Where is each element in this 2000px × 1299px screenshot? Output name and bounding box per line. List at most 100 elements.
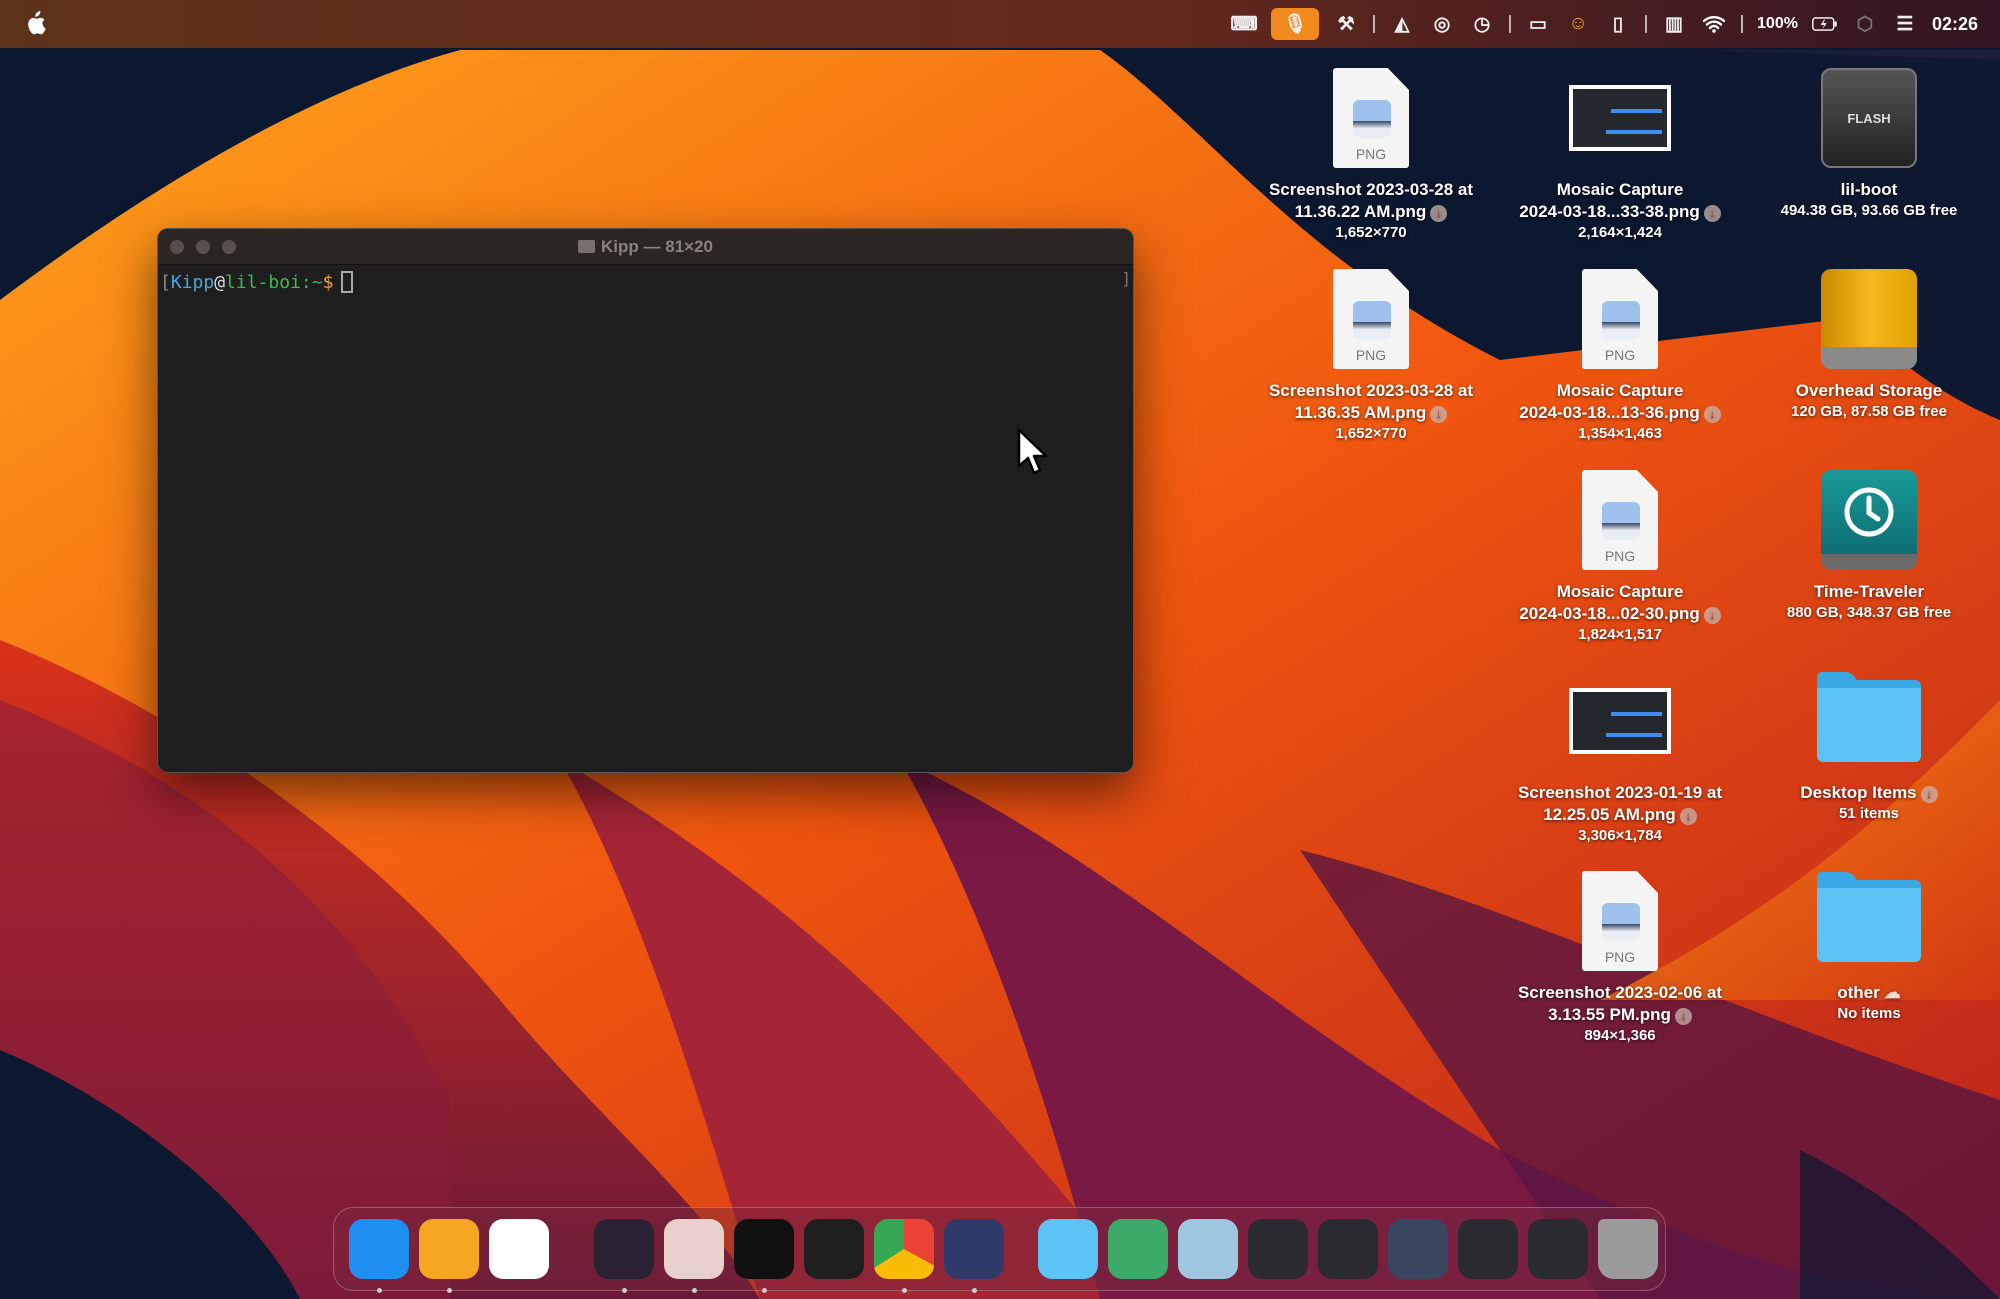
png-file-icon: PNG: [1582, 470, 1658, 570]
dock-chrome-icon[interactable]: [874, 1219, 934, 1293]
dock-applications-folder-icon[interactable]: [1038, 1219, 1098, 1279]
running-indicator: [447, 1288, 452, 1293]
dock-window-obsidian-icon[interactable]: [1388, 1219, 1448, 1279]
download-icon: ↓: [1703, 406, 1721, 423]
prompt-bracket: [: [160, 272, 171, 293]
dock-screenshots-folder-icon[interactable]: [1178, 1219, 1238, 1279]
item-info: 51 items: [1838, 805, 1900, 822]
terminal-title-bar[interactable]: Kipp — 81×20: [158, 229, 1133, 265]
dock-craft-app-icon[interactable]: [664, 1219, 724, 1293]
dock-window-finder-icon[interactable]: [1458, 1219, 1518, 1279]
png-file-icon: PNG: [1582, 269, 1658, 369]
hammer-icon[interactable]: ⚒: [1333, 11, 1359, 37]
png-label: PNG: [1355, 347, 1387, 363]
download-icon: ↓: [1430, 406, 1448, 423]
desktop-item[interactable]: PNG Mosaic Capture 2024-03-18...02-30.png ↓…: [1500, 467, 1740, 645]
terminal-title: Kipp — 81×20: [601, 237, 713, 256]
item-name: Mosaic Capture: [1556, 381, 1684, 400]
desktop-item[interactable]: Time-Traveler 880 GB, 348.37 GB free: [1749, 467, 1989, 623]
desktop-item[interactable]: PNG Screenshot 2023-03-28 at 11.36.35 AM.p…: [1251, 266, 1491, 444]
item-name-2: 12.25.05 AM.png: [1543, 805, 1676, 824]
steering-wheel-icon[interactable]: ◎: [1429, 11, 1455, 37]
running-indicator: [622, 1288, 627, 1293]
download-icon: ↓: [1920, 786, 1938, 803]
item-name: Screenshot 2023-02-06 at: [1517, 983, 1723, 1002]
prompt-path: :~: [300, 272, 323, 293]
folder-icon: [1817, 672, 1921, 762]
png-file-icon: PNG: [1333, 68, 1409, 168]
apple-menu-icon[interactable]: [24, 10, 46, 36]
desktop-item[interactable]: Desktop Items ↓ 51 items: [1749, 668, 1989, 824]
desktop-item[interactable]: Mosaic Capture 2024-03-18...33-38.png ↓ 2,1…: [1500, 65, 1740, 243]
dock-obsidian-icon[interactable]: [594, 1219, 654, 1293]
item-name-2: 2024-03-18...02-30.png: [1519, 604, 1700, 623]
face-icon[interactable]: ☺: [1565, 11, 1591, 37]
running-indicator: [762, 1288, 767, 1293]
dock-trash-icon[interactable]: [1598, 1219, 1658, 1279]
dock-window-chrome-icon[interactable]: [1248, 1219, 1308, 1279]
prompt-user: Kipp: [170, 272, 215, 293]
png-label: PNG: [1604, 347, 1636, 363]
drive-icon[interactable]: ◭: [1389, 11, 1415, 37]
dock-window-shortcuts-icon[interactable]: [1318, 1219, 1378, 1279]
bed-icon[interactable]: ▭: [1525, 11, 1551, 37]
dock-finder-icon[interactable]: [349, 1219, 409, 1293]
dock-downloads-folder-icon[interactable]: [1108, 1219, 1168, 1279]
dock-notes-app-icon[interactable]: [419, 1219, 479, 1293]
desktop-item[interactable]: other ☁ No items: [1749, 868, 1989, 1024]
microphone-icon[interactable]: 🎙: [1271, 8, 1320, 40]
dock-window-shortcuts-2-icon[interactable]: [1528, 1219, 1588, 1279]
running-indicator: [377, 1288, 382, 1293]
item-name: Desktop Items: [1800, 783, 1917, 802]
item-name: Screenshot 2023-01-19 at: [1517, 783, 1723, 802]
dock: [333, 1207, 1666, 1293]
dock-shortcuts-icon[interactable]: [944, 1219, 1004, 1293]
phone-icon[interactable]: ▯: [1605, 11, 1631, 37]
item-name: Screenshot 2023-03-28 at: [1268, 381, 1474, 400]
menu-bar: ⌨ 🎙 ⚒ ◭ ◎ ◷ ▭ ☺ ▯ ▥ 100% ⬡ ☰ 02:26: [0, 0, 2000, 48]
item-info: 1,354×1,463: [1578, 425, 1662, 442]
keyboard-icon[interactable]: ⌨: [1230, 11, 1257, 37]
item-info: 1,824×1,517: [1578, 626, 1662, 643]
prompt-at: @: [214, 272, 226, 293]
item-name-2: 11.36.22 AM.png: [1294, 202, 1427, 221]
desktop-item[interactable]: Overhead Storage 120 GB, 87.58 GB free: [1749, 266, 1989, 422]
item-name: lil-boot: [1840, 180, 1898, 199]
battery-icon[interactable]: [1812, 11, 1838, 37]
menu-separator: [1645, 15, 1648, 33]
item-name: Screenshot 2023-03-28 at: [1268, 180, 1474, 199]
dock-terminal-icon[interactable]: [734, 1219, 794, 1293]
control-center-icon[interactable]: ☰: [1892, 11, 1918, 37]
wifi-icon[interactable]: [1701, 11, 1727, 37]
item-info: No items: [1837, 1005, 1901, 1022]
flash-label: FLASH: [1847, 110, 1891, 126]
png-label: PNG: [1604, 949, 1636, 965]
desktop-item[interactable]: PNG Screenshot 2023-02-06 at 3.13.55 PM.pn…: [1500, 868, 1740, 1046]
item-name: other: [1837, 983, 1880, 1002]
menu-clock[interactable]: 02:26: [1932, 14, 1978, 35]
text-cursor: [341, 271, 354, 293]
hexagon-icon[interactable]: ⬡: [1852, 11, 1878, 37]
desktop-item[interactable]: FLASH lil-boot 494.38 GB, 93.66 GB free: [1749, 65, 1989, 221]
terminal-window[interactable]: Kipp — 81×20 [Kipp@lil-boi:~$ ]: [157, 228, 1134, 773]
dock-activity-chart-icon[interactable]: [804, 1219, 864, 1279]
running-indicator: [972, 1288, 977, 1293]
desktop-item[interactable]: PNG Mosaic Capture 2024-03-18...13-36.png ↓…: [1500, 266, 1740, 444]
menu-separator: [1741, 15, 1744, 33]
image-thumbnail-icon: [1569, 688, 1671, 754]
battery-percent: 100%: [1757, 15, 1798, 32]
desktop-item[interactable]: PNG Screenshot 2023-03-28 at 11.36.22 AM.p…: [1251, 65, 1491, 243]
mouse-pointer-icon: [1017, 428, 1048, 475]
item-info: 1,652×770: [1335, 425, 1407, 442]
dock-safari-like-app-icon[interactable]: [489, 1219, 549, 1279]
item-name: Time-Traveler: [1813, 582, 1925, 601]
terminal-prompt[interactable]: [Kipp@lil-boi:~$: [158, 265, 1133, 299]
item-info: 894×1,366: [1584, 1027, 1656, 1044]
running-indicator: [902, 1288, 907, 1293]
columns-icon[interactable]: ▥: [1661, 11, 1687, 37]
desktop-item[interactable]: Screenshot 2023-01-19 at 12.25.05 AM.png ↓…: [1500, 668, 1740, 846]
image-thumbnail-icon: [1569, 85, 1671, 151]
png-label: PNG: [1604, 548, 1636, 564]
time-machine-icon[interactable]: ◷: [1469, 11, 1495, 37]
png-file-icon: PNG: [1333, 269, 1409, 369]
